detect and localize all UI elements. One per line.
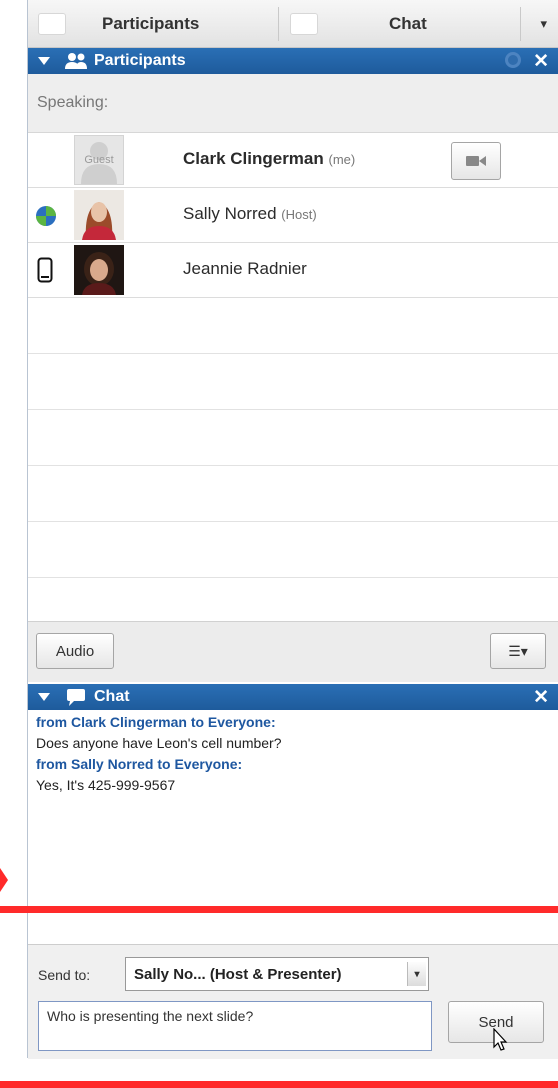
participants-tab-icon	[38, 12, 66, 35]
participant-row[interactable]: Guest Clark Clingerman (me)	[28, 133, 558, 188]
sally-avatar	[74, 190, 124, 240]
chat-message: Yes, It's 425-999-9567	[36, 777, 176, 793]
chat-bubble-icon	[67, 688, 85, 706]
red-annotation-line	[0, 1081, 558, 1088]
sally-photo	[74, 190, 124, 240]
chat-message-input[interactable]: Who is presenting the next slide?	[38, 1001, 432, 1051]
mouse-cursor-icon	[493, 1028, 508, 1051]
speaking-bar: Speaking:	[28, 74, 558, 133]
panel-tab-bar: Participants Chat ▾	[28, 0, 558, 48]
webex-panel: Participants Chat ▾ Participants ✕ Speak…	[27, 0, 558, 1059]
tab-participants[interactable]: Participants	[38, 0, 199, 47]
participant-row[interactable]: Sally Norred (Host)	[28, 188, 558, 243]
participant-name-text: Sally Norred	[183, 204, 277, 223]
video-camera-icon	[466, 156, 486, 166]
participants-title: Participants	[94, 52, 186, 69]
empty-row	[28, 298, 558, 354]
send-to-label: Send to:	[38, 967, 91, 983]
audio-button[interactable]: Audio	[36, 633, 114, 669]
guest-avatar: Guest	[74, 135, 124, 185]
chat-sender: from Sally Norred to Everyone:	[36, 756, 243, 772]
list-options-button[interactable]: ☰▾	[490, 633, 546, 669]
participant-row[interactable]: Jeannie Radnier	[28, 243, 558, 298]
video-button[interactable]	[451, 142, 501, 180]
collapse-triangle-icon[interactable]	[38, 57, 50, 65]
empty-row	[28, 410, 558, 466]
phone-icon	[37, 257, 53, 283]
tabs-dropdown-button[interactable]: ▾	[540, 0, 547, 47]
list-options-icon: ☰▾	[508, 642, 528, 659]
tab-participants-label: Participants	[102, 13, 200, 33]
close-icon[interactable]: ✕	[533, 50, 549, 73]
participants-footer: Audio ☰▾	[28, 621, 558, 682]
participants-header[interactable]: Participants ✕	[28, 48, 558, 74]
participant-role: (Host)	[281, 207, 317, 222]
empty-row	[28, 354, 558, 410]
jeannie-photo	[74, 245, 124, 295]
speaking-label: Speaking:	[37, 94, 109, 111]
chat-title: Chat	[94, 688, 130, 705]
send-to-select[interactable]: Sally No... (Host & Presenter) ▾	[125, 957, 429, 991]
guest-avatar-label: Guest	[84, 154, 114, 166]
chevron-down-icon: ▾	[540, 15, 547, 31]
tab-divider	[520, 7, 521, 41]
participant-name-text: Clark Clingerman	[183, 149, 324, 168]
participant-role: (me)	[328, 152, 356, 167]
globe-icon	[36, 206, 56, 226]
people-icon	[65, 53, 87, 69]
chevron-down-icon[interactable]: ▾	[407, 962, 426, 986]
participant-name: Jeannie Radnier	[183, 259, 307, 279]
participant-name-text: Jeannie Radnier	[183, 259, 307, 278]
jeannie-avatar	[74, 245, 124, 295]
participant-name: Clark Clingerman (me)	[183, 149, 355, 169]
collapse-triangle-icon[interactable]	[38, 693, 50, 701]
chat-tab-icon	[290, 12, 318, 35]
tab-divider	[278, 7, 279, 41]
empty-row	[28, 466, 558, 522]
chat-header[interactable]: Chat ✕	[28, 684, 558, 710]
close-icon[interactable]: ✕	[533, 686, 549, 709]
gear-icon[interactable]	[505, 52, 521, 68]
red-annotation-marker	[0, 868, 8, 892]
tab-chat[interactable]: Chat	[290, 0, 427, 47]
participant-name: Sally Norred (Host)	[183, 204, 317, 224]
chat-compose-area: Send to: Sally No... (Host & Presenter) …	[28, 944, 558, 1059]
tab-chat-label: Chat	[389, 13, 427, 33]
empty-row	[28, 578, 558, 620]
chat-message: Does anyone have Leon's cell number?	[36, 735, 282, 751]
chat-sender: from Clark Clingerman to Everyone:	[36, 714, 276, 730]
red-annotation-line	[0, 906, 558, 913]
send-to-value: Sally No... (Host & Presenter)	[134, 965, 342, 983]
empty-row	[28, 522, 558, 578]
